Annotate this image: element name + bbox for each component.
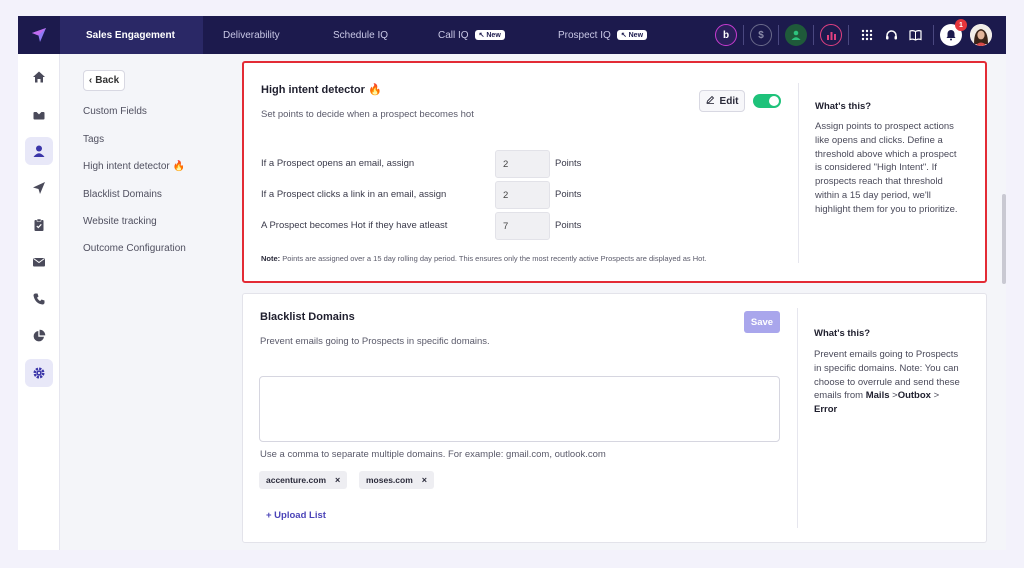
help-text: Assign points to prospect actions like o… [815,121,958,215]
home-icon[interactable] [25,63,53,91]
tab-label: Deliverability [223,29,280,41]
tab-label: Call IQ [438,29,469,41]
points-unit: Points [555,158,582,169]
blacklist-domains-card: Blacklist Domains Prevent emails going t… [242,293,987,543]
card-title: Blacklist Domains [260,311,355,323]
subnav-item-high-intent-detector[interactable]: High intent detector 🔥 [83,161,185,172]
back-button[interactable]: ‹ Back [83,70,125,91]
b-icon[interactable]: b [715,24,737,46]
domain-chip: accenture.com × [259,471,348,489]
icon-sidebar [18,54,60,550]
chart-icon[interactable] [820,24,842,46]
settings-subnav: ‹ Back Custom Fields Tags High intent de… [61,54,238,550]
book-icon[interactable] [905,25,925,45]
divider [933,25,934,45]
clipboard-icon[interactable] [25,211,53,239]
card-title: High intent detector 🔥 [261,84,382,96]
card-subtitle: Set points to decide when a prospect bec… [261,109,474,120]
bell-icon[interactable]: 1 [940,19,967,46]
pie-chart-icon[interactable] [25,322,53,350]
help-text: Prevent emails going to Prospects in spe… [814,349,960,416]
headset-icon[interactable] [881,25,901,45]
rule-label-click: If a Prospect clicks a link in an email,… [261,189,447,200]
user-circle-icon[interactable] [785,24,807,46]
save-button[interactable]: Save [744,311,780,333]
scrollbar-thumb[interactable] [1002,194,1006,284]
user-icon[interactable] [25,137,53,165]
dialpad-icon[interactable] [857,25,877,45]
new-badge: ↖ New [474,30,505,40]
tab-schedule-iq[interactable]: Schedule IQ [313,16,418,54]
subnav-item-tags[interactable]: Tags [83,134,104,145]
divider [778,25,779,45]
top-nav-bar: Sales Engagement Deliverability Schedule… [18,16,1006,54]
settings-icon[interactable] [25,359,53,387]
subnav-item-blacklist-domains[interactable]: Blacklist Domains [83,189,162,200]
points-unit: Points [555,220,582,231]
divider [797,308,798,528]
edit-button[interactable]: Edit [699,90,745,112]
subnav-item-custom-fields[interactable]: Custom Fields [83,106,147,117]
phone-icon[interactable] [25,285,53,313]
help-title: What's this? [815,101,872,112]
click-points-input[interactable]: 2 [495,181,550,209]
new-badge: ↖ New [616,30,648,40]
tab-prospect-iq[interactable]: Prospect IQ ↖ New [538,16,668,54]
logo-icon[interactable] [18,16,60,54]
divider [848,25,849,45]
app-window: Sales Engagement Deliverability Schedule… [18,16,1006,550]
rule-label-hot-threshold: A Prospect becomes Hot if they have atle… [261,220,448,231]
tab-label: Sales Engagement [86,29,175,41]
hot-threshold-input[interactable]: 7 [495,212,550,240]
notification-badge: 1 [955,19,967,31]
dollar-icon[interactable]: $ [750,24,772,46]
divider [798,83,799,263]
tab-sales-engagement[interactable]: Sales Engagement [60,16,203,54]
domain-chip: moses.com × [359,471,435,489]
back-label: Back [95,75,120,86]
high-intent-toggle[interactable] [753,94,781,108]
edit-label: Edit [719,95,739,107]
open-points-input[interactable]: 2 [495,150,550,178]
tab-deliverability[interactable]: Deliverability [203,16,313,54]
inbox-icon[interactable] [25,100,53,128]
card-subtitle: Prevent emails going to Prospects in spe… [260,336,490,347]
domains-hint: Use a comma to separate multiple domains… [260,449,606,460]
subnav-item-website-tracking[interactable]: Website tracking [83,216,157,227]
tab-label: Schedule IQ [333,29,389,41]
top-right-actions: b $ 1 [715,16,1006,54]
rule-label-open: If a Prospect opens an email, assign [261,158,415,169]
points-unit: Points [555,189,582,200]
upload-list-link[interactable]: + Upload List [266,510,326,521]
pencil-icon [705,95,715,107]
close-icon[interactable]: × [422,475,427,485]
tab-call-iq[interactable]: Call IQ ↖ New [418,16,538,54]
profile-avatar[interactable] [970,24,992,46]
close-icon[interactable]: × [335,475,340,485]
help-title: What's this? [814,328,871,339]
note-text: Note: Points are assigned over a 15 day … [261,254,707,263]
chevron-left-icon: ‹ [88,75,93,86]
divider [743,25,744,45]
send-icon[interactable] [25,174,53,202]
mail-icon[interactable] [25,248,53,276]
high-intent-detector-card: High intent detector 🔥 Set points to dec… [242,61,987,283]
divider [813,25,814,45]
tab-label: Prospect IQ [558,29,611,41]
subnav-item-outcome-configuration[interactable]: Outcome Configuration [83,243,186,254]
blacklist-domains-textarea[interactable] [259,376,780,442]
